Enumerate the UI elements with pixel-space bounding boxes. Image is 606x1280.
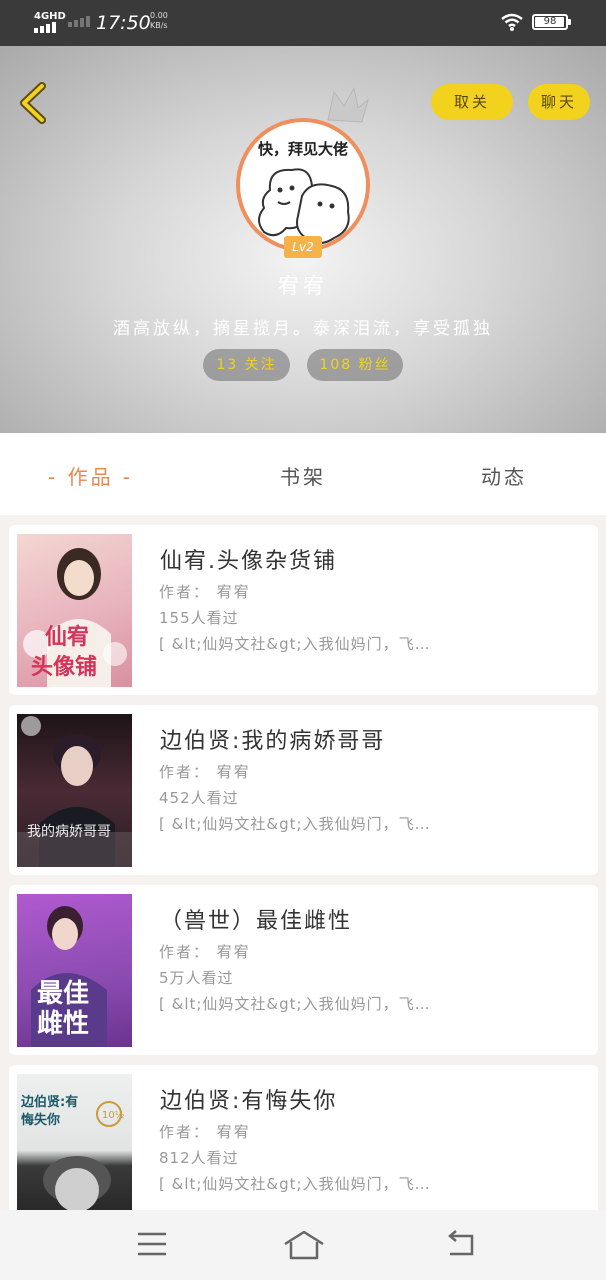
book-views: 452人看过 — [159, 789, 239, 807]
network-type: 4GHD — [34, 11, 66, 22]
book-views: 5万人看过 — [159, 969, 234, 987]
book-description: [ &lt;仙妈文社&gt;入我仙妈门，飞… — [159, 815, 431, 833]
book-title: 边伯贤:有悔失你 — [160, 1089, 338, 1114]
unfollow-button[interactable]: 取关 — [431, 84, 513, 120]
avatar-caption: 快，拜见大佬 — [258, 140, 349, 158]
book-views: 155人看过 — [159, 609, 239, 627]
book-author: 作者： 宥宥 — [159, 943, 251, 961]
tab-moments[interactable]: 动态 — [481, 461, 527, 490]
username: 宥宥 — [278, 274, 328, 298]
cover-title-line1: 仙宥 — [45, 624, 89, 650]
book-card[interactable]: 边伯贤:有 悔失你 10½ 边伯贤:有悔失你 作者： 宥宥 812人看过 [ &… — [9, 1065, 598, 1210]
level-badge: Lv2 — [284, 236, 322, 258]
book-title: 边伯贤:我的病娇哥哥 — [160, 729, 386, 754]
book-cover: 仙宥 头像铺 — [17, 534, 132, 687]
cover-badge-text: 10½ — [102, 1109, 125, 1121]
book-cover: 最佳 雌性 — [17, 894, 132, 1047]
network-speed-unit: KB/s — [150, 21, 168, 30]
network-speed-value: 0.00 — [150, 11, 168, 20]
book-cover: 我的病娇哥哥 — [17, 714, 132, 867]
cover-art: 仙宥 头像铺 — [23, 548, 127, 687]
cover-title-line2: 头像铺 — [31, 654, 97, 680]
book-card[interactable]: 仙宥 头像铺 仙宥.头像杂货铺 作者： 宥宥 155人看过 [ &lt;仙妈文社… — [9, 525, 598, 695]
clock: 17:50 — [96, 12, 151, 34]
cover-art: 最佳 雌性 — [31, 906, 107, 1047]
book-description: [ &lt;仙妈文社&gt;入我仙妈门，飞… — [159, 995, 431, 1013]
cover-title-line2: 雌性 — [37, 1008, 89, 1039]
book-views: 812人看过 — [159, 1149, 239, 1167]
avatar-image: 快，拜见大佬 — [240, 122, 366, 248]
following-count[interactable]: 13 关注 — [203, 349, 290, 381]
chat-button[interactable]: 聊天 — [528, 84, 590, 120]
crown-icon — [327, 86, 369, 123]
book-card[interactable]: 最佳 雌性 （兽世）最佳雌性 作者： 宥宥 5万人看过 [ &lt;仙妈文社&g… — [9, 885, 598, 1055]
avatar[interactable]: 快，拜见大佬 — [236, 118, 370, 252]
tab-bookshelf[interactable]: 书架 — [280, 461, 326, 490]
book-author: 作者： 宥宥 — [159, 1123, 251, 1141]
book-title: （兽世）最佳雌性 — [160, 909, 353, 934]
book-card[interactable]: 我的病娇哥哥 边伯贤:我的病娇哥哥 作者： 宥宥 452人看过 [ &lt;仙妈… — [9, 705, 598, 875]
return-icon[interactable] — [446, 1230, 478, 1258]
cover-art: 我的病娇哥哥 — [17, 716, 132, 867]
cover-title-line1: 边伯贤:有 — [20, 1094, 78, 1110]
cover-title-line1: 最佳 — [37, 979, 89, 1009]
network-speed: 0.00 KB/s — [150, 11, 168, 31]
wifi-icon — [501, 13, 523, 31]
system-nav-bar — [0, 1210, 606, 1280]
home-icon[interactable] — [283, 1230, 325, 1260]
book-author: 作者： 宥宥 — [159, 763, 251, 781]
signal-icon-secondary — [68, 16, 90, 27]
status-bar: 4GHD 17:50 0.00 KB/s 98 — [0, 0, 606, 46]
book-author: 作者： 宥宥 — [159, 583, 251, 601]
profile-header: 取关 聊天 快，拜见大佬 Lv2 宥宥 酒高放纵，摘星揽月。泰深泪流，享受孤独 … — [0, 46, 606, 433]
book-cover: 边伯贤:有 悔失你 10½ — [17, 1074, 132, 1210]
profile-tabs: - 作品 - 书架 动态 — [0, 433, 606, 515]
user-signature: 酒高放纵，摘星揽月。泰深泪流，享受孤独 — [113, 319, 493, 339]
chevron-left-icon — [20, 82, 46, 124]
cover-title-line2: 悔失你 — [21, 1112, 60, 1128]
menu-icon[interactable] — [136, 1230, 168, 1258]
cover-title: 我的病娇哥哥 — [27, 824, 111, 840]
book-description: [ &lt;仙妈文社&gt;入我仙妈门，飞… — [159, 1175, 431, 1193]
book-list: 仙宥 头像铺 仙宥.头像杂货铺 作者： 宥宥 155人看过 [ &lt;仙妈文社… — [0, 515, 606, 1210]
book-title: 仙宥.头像杂货铺 — [160, 549, 337, 574]
back-button[interactable] — [14, 80, 54, 126]
battery-level: 98 — [543, 16, 557, 27]
tab-works[interactable]: - 作品 - — [48, 461, 133, 490]
book-description: [ &lt;仙妈文社&gt;入我仙妈门，飞… — [159, 635, 431, 653]
fans-count[interactable]: 108 粉丝 — [307, 349, 403, 381]
meme-drawing — [258, 168, 350, 244]
battery-icon: 98 — [532, 14, 571, 30]
signal-icon — [34, 22, 56, 33]
cover-art: 边伯贤:有 悔失你 10½ — [20, 1094, 125, 1210]
